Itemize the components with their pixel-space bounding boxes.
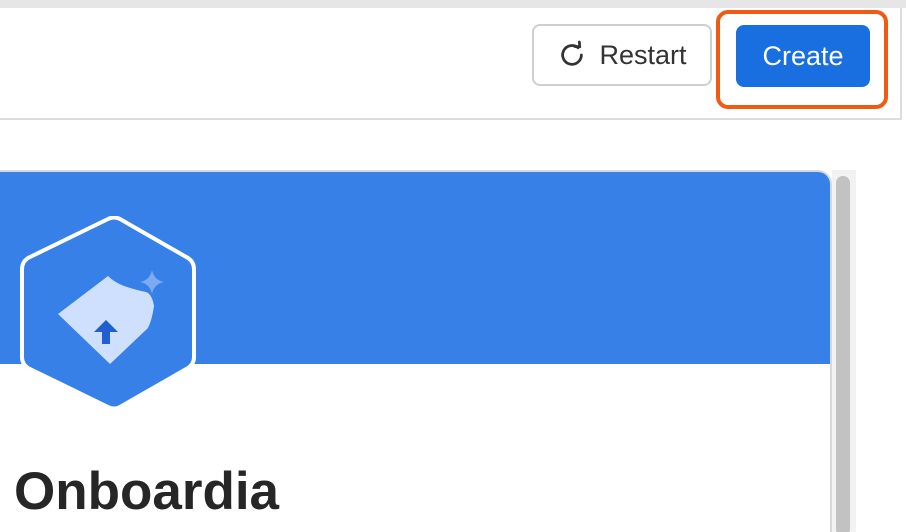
create-label: Create xyxy=(762,40,844,71)
top-strip xyxy=(0,0,906,8)
create-button[interactable]: Create xyxy=(736,25,870,87)
refresh-icon xyxy=(557,40,587,70)
restart-button[interactable]: Restart xyxy=(532,24,712,86)
scrollbar-thumb[interactable] xyxy=(836,176,850,532)
restart-label: Restart xyxy=(599,39,687,70)
app-title: Onboardia xyxy=(14,462,280,521)
hexagon-logo-icon xyxy=(18,215,198,415)
page: Restart Create Onboardia xyxy=(0,0,906,532)
